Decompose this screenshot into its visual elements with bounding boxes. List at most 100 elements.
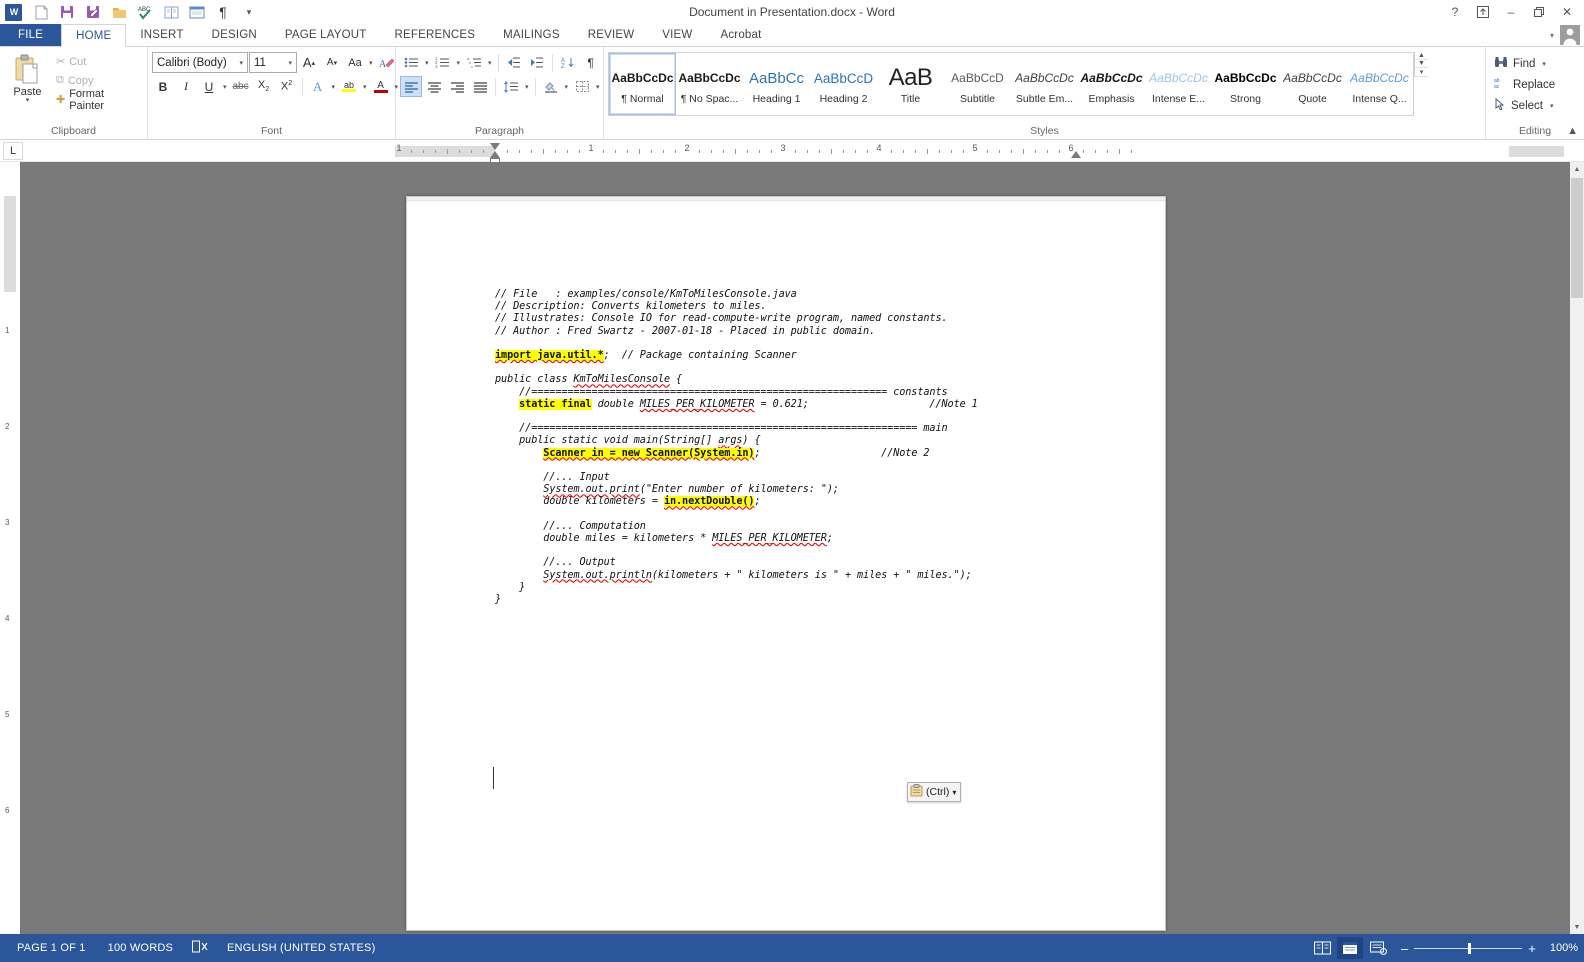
text-highlight-color-icon[interactable]: ab bbox=[338, 76, 360, 97]
paste-button[interactable]: Paste ▾ bbox=[4, 52, 51, 104]
paste-options-button[interactable]: (Ctrl) ▾ bbox=[907, 782, 962, 802]
tab-insert[interactable]: INSERT bbox=[126, 24, 197, 46]
underline-icon[interactable]: U bbox=[198, 76, 220, 97]
style-item-title[interactable]: AaB Title bbox=[877, 53, 944, 115]
style-item-heading-2[interactable]: AaBbCcD Heading 2 bbox=[810, 53, 877, 115]
bullets-icon[interactable] bbox=[400, 52, 422, 73]
first-line-indent-marker[interactable] bbox=[490, 143, 500, 150]
paste-dropdown-caret-icon[interactable]: ▾ bbox=[26, 97, 30, 104]
style-item-heading-1[interactable]: AaBbCc Heading 1 bbox=[743, 53, 810, 115]
help-icon[interactable]: ? bbox=[1442, 2, 1468, 22]
style-item-strong[interactable]: AaBbCcDc Strong bbox=[1212, 53, 1279, 115]
qat-show-paragraph-marks-icon[interactable]: ¶ bbox=[210, 1, 236, 23]
superscript-icon[interactable]: X2 bbox=[276, 76, 298, 97]
borders-caret-icon[interactable]: ▾ bbox=[594, 83, 602, 91]
document-page[interactable]: // File : examples/console/KmToMilesCons… bbox=[406, 196, 1166, 931]
multilevel-caret-icon[interactable]: ▾ bbox=[486, 59, 494, 67]
qat-spelling-check-icon[interactable]: ABC bbox=[132, 1, 158, 23]
select-button[interactable]: Select ▾ bbox=[1490, 95, 1559, 116]
italic-icon[interactable]: I bbox=[175, 76, 197, 97]
web-layout-view-button[interactable] bbox=[1365, 937, 1391, 959]
qat-save-icon[interactable] bbox=[54, 1, 80, 23]
numbering-icon[interactable]: 123 bbox=[432, 52, 454, 73]
align-right-icon[interactable] bbox=[446, 76, 468, 97]
tab-view[interactable]: VIEW bbox=[648, 24, 706, 46]
highlight-caret-icon[interactable]: ▾ bbox=[361, 83, 369, 91]
line-spacing-icon[interactable] bbox=[500, 76, 522, 97]
increase-indent-icon[interactable] bbox=[526, 52, 548, 73]
tab-design[interactable]: DESIGN bbox=[198, 24, 271, 46]
zoom-in-button[interactable]: + bbox=[1528, 941, 1536, 956]
text-effects-caret-icon[interactable]: ▾ bbox=[330, 83, 338, 91]
zoom-out-button[interactable]: – bbox=[1401, 941, 1408, 956]
styles-more-icon[interactable]: ▾ bbox=[1415, 68, 1428, 77]
line-spacing-caret-icon[interactable]: ▾ bbox=[523, 83, 531, 91]
sort-icon[interactable]: AZ bbox=[557, 52, 579, 73]
select-caret-icon[interactable]: ▾ bbox=[1548, 102, 1556, 110]
cut-button[interactable]: ✂ Cut bbox=[53, 52, 143, 71]
change-case-caret-icon[interactable]: ▾ bbox=[367, 59, 375, 67]
underline-caret-icon[interactable]: ▾ bbox=[221, 83, 229, 91]
strikethrough-icon[interactable]: abc bbox=[230, 76, 252, 97]
ribbon-display-options-icon[interactable] bbox=[1470, 2, 1496, 22]
styles-gallery[interactable]: AaBbCcDc ¶ Normal AaBbCcDc ¶ No Spac... AaBb… bbox=[608, 52, 1414, 116]
minimize-button[interactable]: – bbox=[1498, 2, 1524, 22]
decrease-indent-icon[interactable] bbox=[503, 52, 525, 73]
language-indicator[interactable]: ENGLISH (UNITED STATES) bbox=[216, 942, 386, 954]
paste-options-caret-icon[interactable]: ▾ bbox=[952, 788, 956, 797]
horizontal-ruler[interactable]: 1 1 2 3 4 5 6 bbox=[395, 143, 1564, 163]
font-size-combo[interactable]: 11 ▾ bbox=[249, 52, 297, 73]
replace-button[interactable]: ab ac Replace bbox=[1490, 74, 1559, 95]
show-formatting-marks-icon[interactable]: ¶ bbox=[580, 52, 602, 73]
change-case-icon[interactable]: Aa bbox=[344, 52, 366, 73]
vertical-ruler[interactable]: 1 2 3 4 5 6 bbox=[0, 162, 20, 934]
subscript-icon[interactable]: X2 bbox=[253, 76, 275, 97]
tab-stop-selector[interactable]: L bbox=[3, 141, 23, 160]
tab-home[interactable]: HOME bbox=[61, 24, 127, 47]
font-name-combo[interactable]: Calibri (Body) ▾ bbox=[152, 52, 248, 73]
styles-scroll-down-icon[interactable]: ▼ bbox=[1415, 60, 1428, 68]
qat-open-folder-icon[interactable] bbox=[106, 1, 132, 23]
qat-customize-icon[interactable]: ▾ bbox=[236, 1, 262, 23]
zoom-thumb[interactable] bbox=[1468, 942, 1472, 954]
tab-review[interactable]: REVIEW bbox=[574, 24, 649, 46]
styles-scroll-up-icon[interactable]: ▲ bbox=[1415, 52, 1428, 60]
page-indicator[interactable]: PAGE 1 OF 1 bbox=[6, 942, 97, 954]
tab-mailings[interactable]: MAILINGS bbox=[489, 24, 574, 46]
style-item-normal[interactable]: AaBbCcDc ¶ Normal bbox=[609, 53, 676, 115]
find-caret-icon[interactable]: ▾ bbox=[1540, 60, 1548, 68]
share-caret-icon[interactable]: ▾ bbox=[1550, 31, 1554, 40]
font-color-icon[interactable]: A bbox=[370, 76, 392, 97]
zoom-level[interactable]: 100% bbox=[1546, 942, 1578, 954]
style-item-emphasis[interactable]: AaBbCcDc Emphasis bbox=[1078, 53, 1145, 115]
shading-icon[interactable] bbox=[540, 76, 562, 97]
style-item-intense-e[interactable]: AaBbCcDc Intense E... bbox=[1145, 53, 1212, 115]
bold-icon[interactable]: B bbox=[152, 76, 174, 97]
multilevel-list-icon[interactable]: abc bbox=[463, 52, 485, 73]
qat-save-as-edit-icon[interactable] bbox=[80, 1, 106, 23]
clear-formatting-icon[interactable]: A bbox=[376, 52, 398, 73]
vertical-scrollbar[interactable]: ▲ ▼ bbox=[1570, 162, 1584, 934]
proofing-errors-icon[interactable] bbox=[184, 940, 216, 956]
qat-read-mode-icon[interactable] bbox=[158, 1, 184, 23]
scrollbar-thumb[interactable] bbox=[1571, 178, 1583, 298]
font-size-caret-icon[interactable]: ▾ bbox=[284, 59, 296, 67]
grow-font-icon[interactable]: A ▴ bbox=[298, 52, 320, 73]
styles-scrollbar[interactable]: ▲ ▼ ▾ bbox=[1414, 52, 1428, 77]
shrink-font-icon[interactable]: A ▾ bbox=[321, 52, 343, 73]
read-mode-view-button[interactable] bbox=[1309, 937, 1335, 959]
tab-file[interactable]: FILE bbox=[0, 24, 62, 46]
style-item-subtitle[interactable]: AaBbCcD Subtitle bbox=[944, 53, 1011, 115]
tab-page-layout[interactable]: PAGE LAYOUT bbox=[271, 24, 381, 46]
close-button[interactable]: ✕ bbox=[1554, 2, 1580, 22]
word-count[interactable]: 100 WORDS bbox=[97, 942, 184, 954]
restore-button[interactable] bbox=[1526, 2, 1552, 22]
numbering-caret-icon[interactable]: ▾ bbox=[455, 59, 463, 67]
format-painter-button[interactable]: ✚ Format Painter bbox=[53, 88, 143, 112]
font-name-caret-icon[interactable]: ▾ bbox=[235, 59, 247, 67]
borders-icon[interactable] bbox=[571, 76, 593, 97]
user-account-avatar[interactable] bbox=[1560, 25, 1580, 45]
collapse-ribbon-icon[interactable]: ▲ bbox=[1567, 125, 1578, 137]
hanging-indent-marker[interactable] bbox=[490, 151, 500, 158]
text-effects-icon[interactable]: A bbox=[307, 76, 329, 97]
